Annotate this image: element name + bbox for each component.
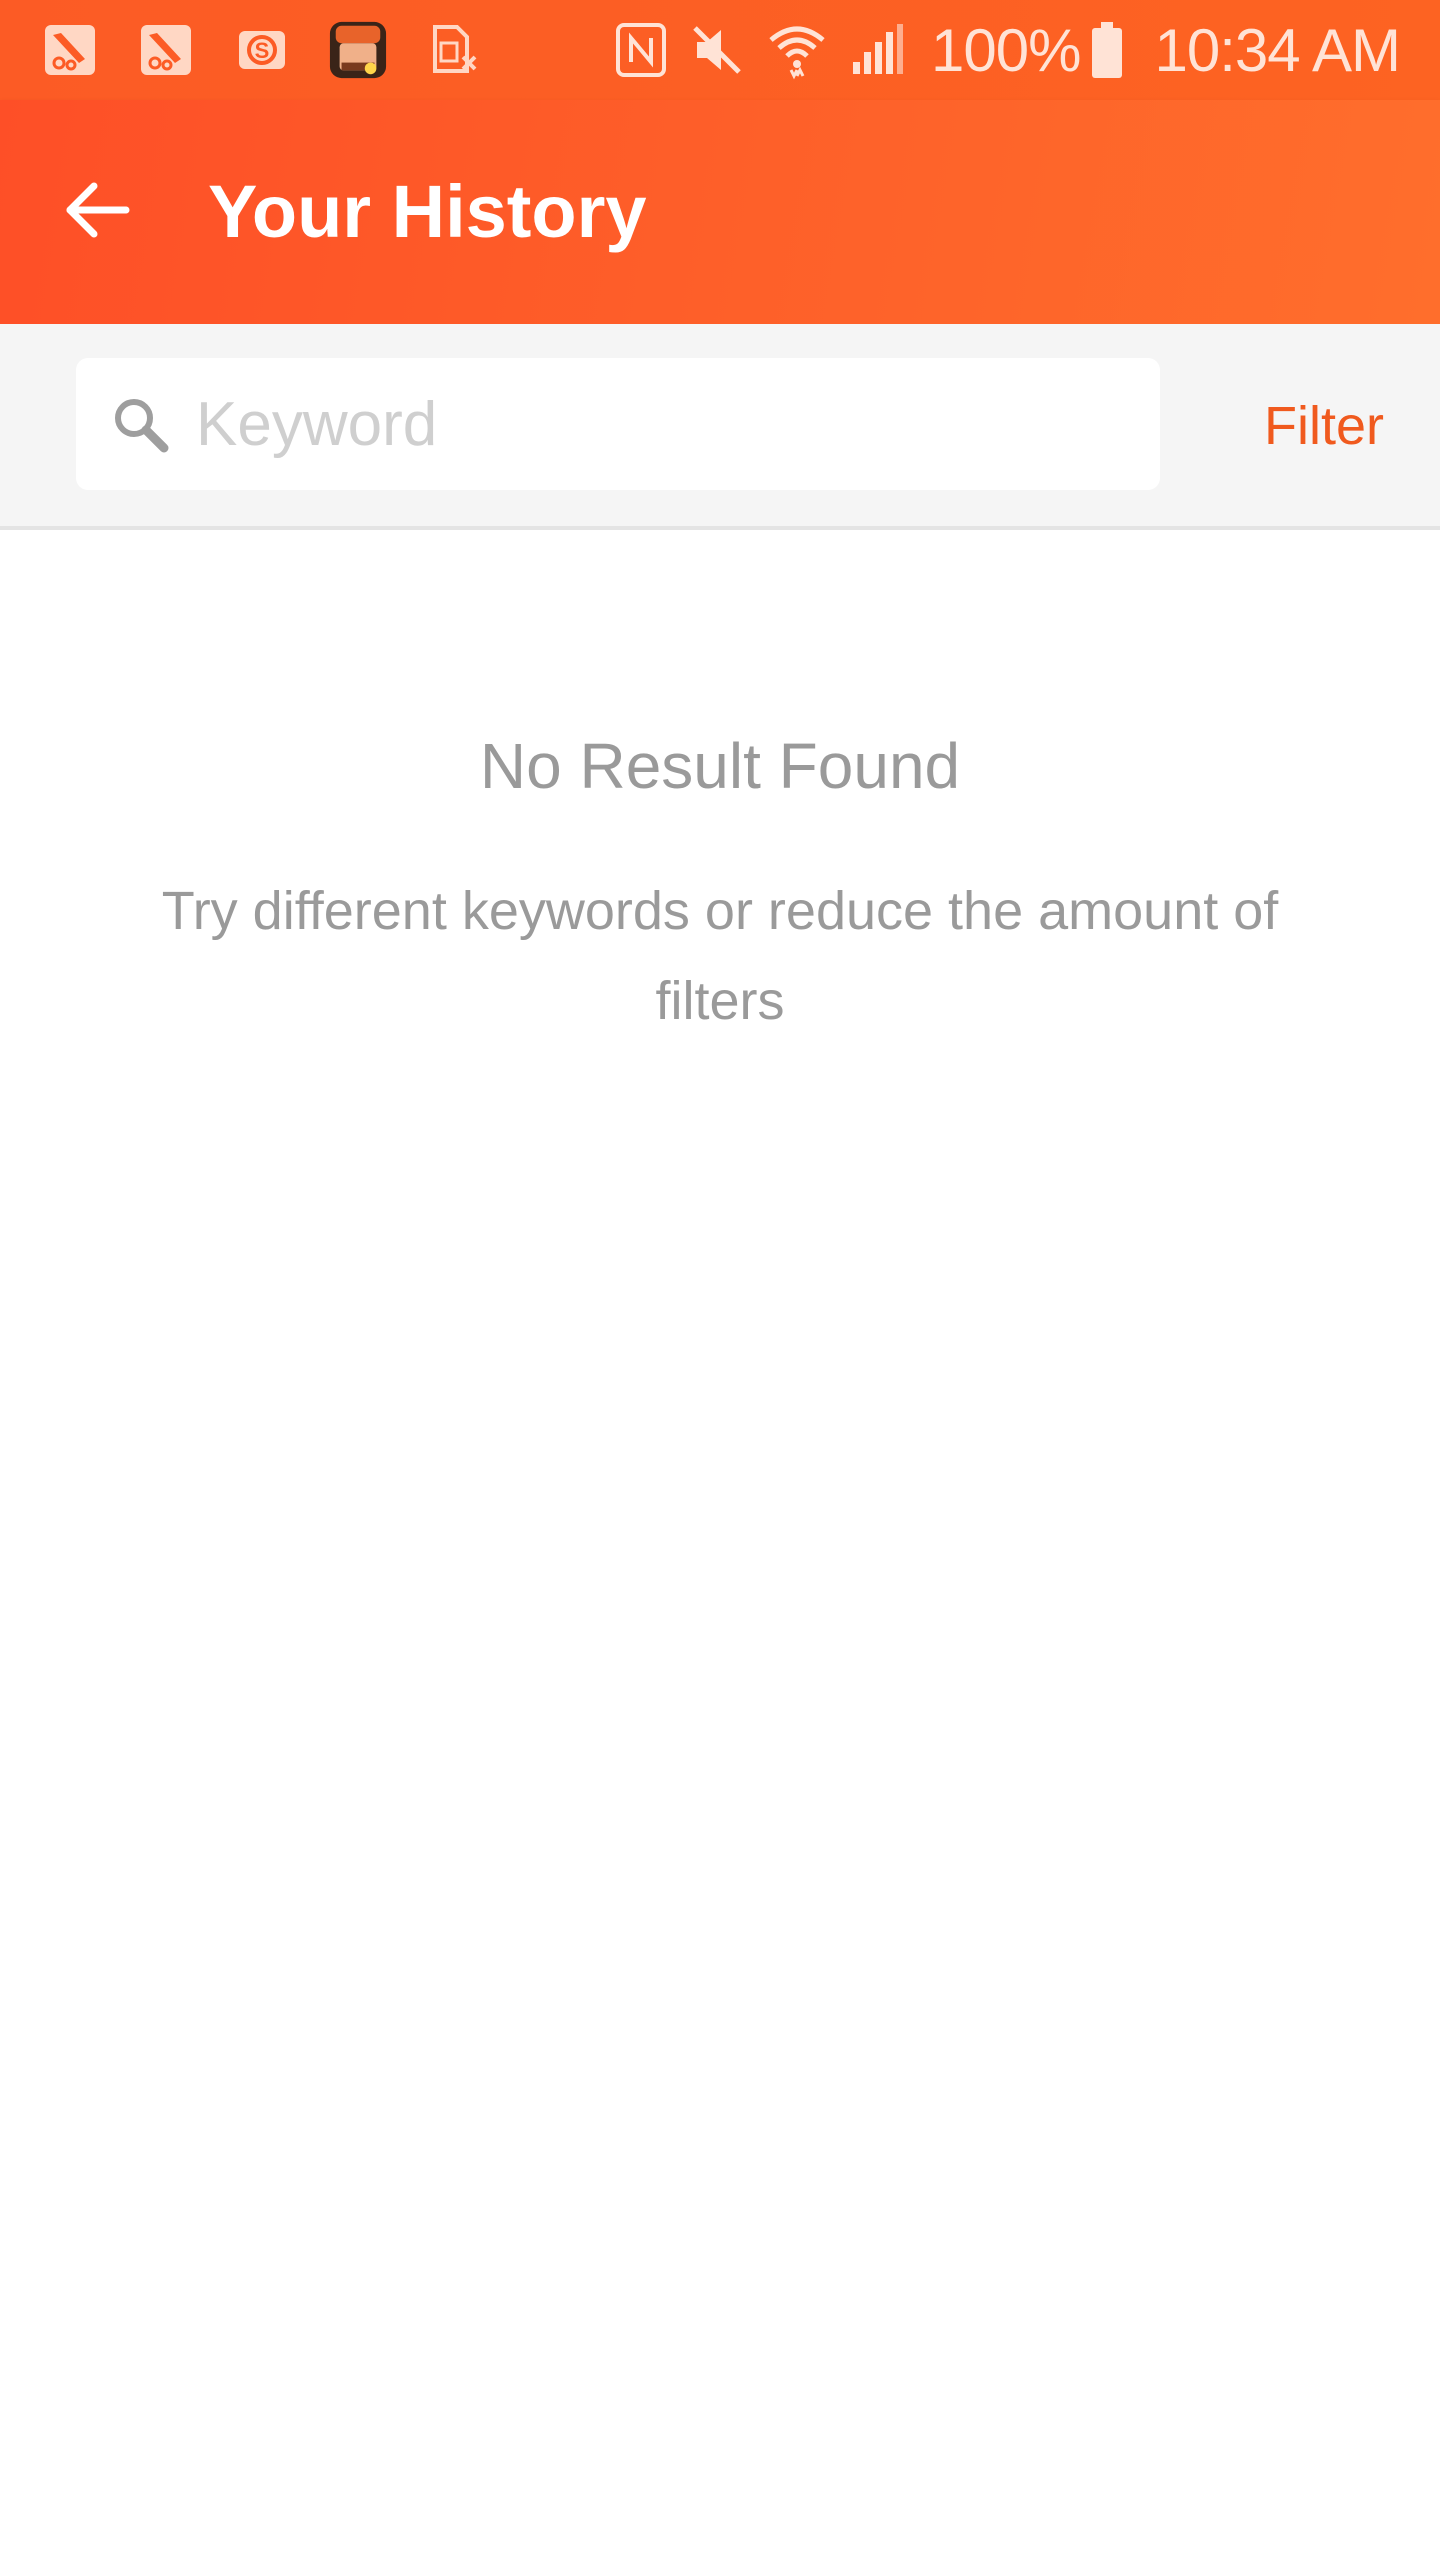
arrow-left-icon <box>66 182 130 238</box>
search-bar-container: Filter <box>0 324 1440 530</box>
battery-percent: 100% <box>931 16 1081 84</box>
nfc-icon <box>615 22 667 78</box>
empty-state-title: No Result Found <box>479 730 961 802</box>
search-input[interactable] <box>196 374 1116 474</box>
bird-app-icon <box>40 20 100 80</box>
page-title: Your History <box>208 170 647 253</box>
system-status-icons: 100% 10:34 AM <box>593 16 1401 84</box>
battery-icon <box>1090 20 1124 80</box>
wifi-icon <box>767 20 827 80</box>
sim-card-off-icon <box>424 20 484 80</box>
game-app-icon <box>328 20 388 80</box>
svg-text:S: S <box>255 38 270 63</box>
filter-button[interactable]: Filter <box>1264 394 1384 458</box>
status-bar: S 100% 10:34 AM <box>0 0 1440 100</box>
empty-state-description: Try different keywords or reduce the amo… <box>161 881 1279 1031</box>
signal-icon <box>849 22 905 78</box>
mute-icon <box>689 22 745 78</box>
notification-icons: S <box>40 18 520 82</box>
status-time: 10:34 AM <box>1154 16 1401 84</box>
search-box[interactable] <box>76 358 1160 490</box>
dollar-app-icon: S <box>232 20 292 80</box>
bird-app-icon <box>136 20 196 80</box>
search-icon <box>108 392 172 456</box>
back-button[interactable] <box>40 154 152 266</box>
app-bar: Your History <box>0 100 1440 324</box>
